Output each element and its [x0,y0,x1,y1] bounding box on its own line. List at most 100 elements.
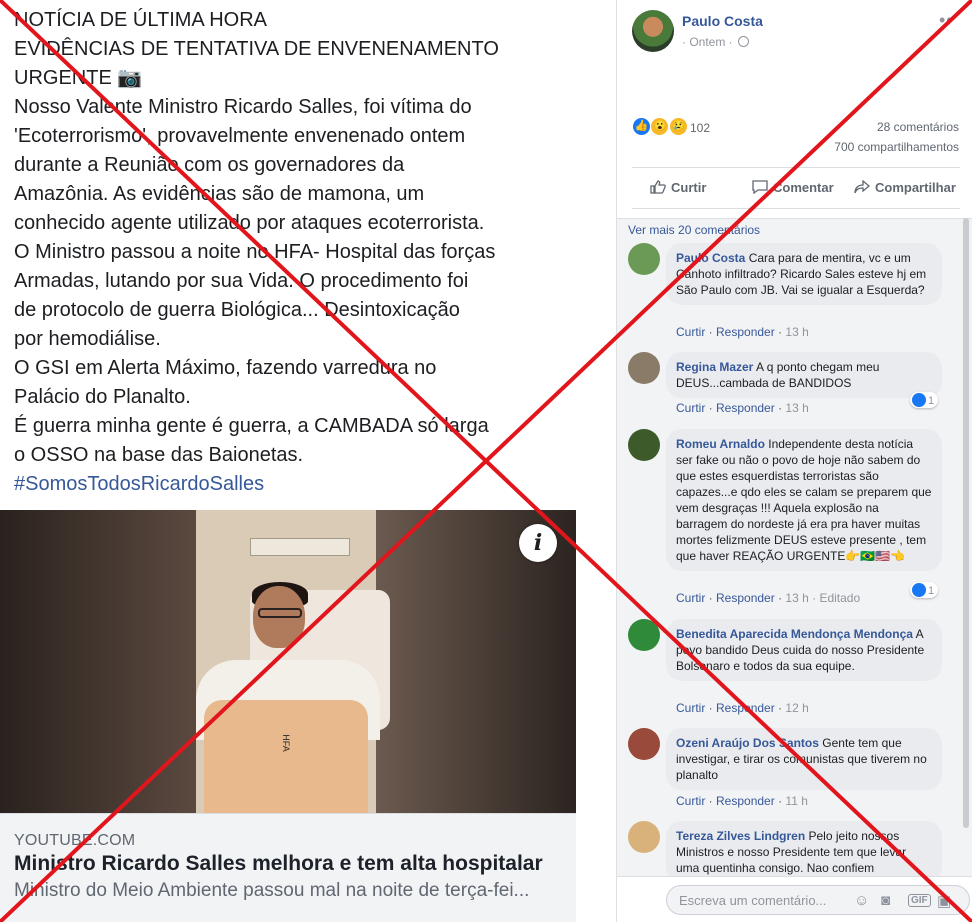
blanket [204,700,368,813]
comment-reply-link[interactable]: Responder [716,794,775,808]
comment-reaction-count: 1 [928,395,935,407]
post-text-line: O GSI em Alerta Máximo, fazendo varredur… [14,357,437,379]
post-text-line: O Ministro passou a noite no HFA- Hospit… [14,241,496,263]
commenter-avatar[interactable] [628,352,660,384]
more-options-icon[interactable]: •• [939,10,954,31]
share-label: Compartilhar [875,180,956,195]
post-text-line: o OSSO na base das Baionetas. [14,444,304,466]
comment-like-link[interactable]: Curtir [676,591,705,605]
comment-time[interactable]: 11 h [785,794,807,808]
globe-icon [738,36,750,47]
comment-like-link[interactable]: Curtir [676,794,705,808]
link-preview[interactable]: YOUTUBE.COM Ministro Ricardo Salles melh… [0,813,576,922]
post-text-line: Amazônia. As evidências são de mamona, u… [14,183,425,205]
post-text-line: de protocolo de guerra Biológica... Desi… [14,299,460,321]
comment-bubble: Regina Mazer A q ponto chegam meu DEUS..… [666,352,942,398]
gif-icon[interactable]: GIF [908,894,931,907]
comment-reaction-badge[interactable]: 1 [910,392,939,408]
wall-outlet [250,538,350,556]
sticker-icon[interactable]: ▣ [937,892,951,910]
post-text: NOTÍCIA DE ÚLTIMA HORA EVIDÊNCIAS DE TEN… [14,6,570,499]
comment-time[interactable]: 13 h [785,401,808,415]
comment-reaction-badge[interactable]: 1 [910,582,939,598]
post-text-line: EVIDÊNCIAS DE TENTATIVA DE ENVENENAMENTO [14,38,499,60]
reaction-icons[interactable]: 👍 😮 😢 [632,117,688,137]
commenter-name[interactable]: Benedita Aparecida Mendonça Mendonça [676,627,913,641]
info-icon[interactable]: i [519,524,557,562]
like-icon [912,393,926,407]
comment-actions: Curtir · Responder · 11 h [676,794,808,808]
comment-reply-link[interactable]: Responder [716,591,775,605]
comment-reply-link[interactable]: Responder [716,325,775,339]
see-more-comments-link[interactable]: Ver mais 20 comentários [628,223,760,237]
hfa-label: HFA [280,734,291,752]
post-time[interactable]: · Ontem · [682,35,733,49]
link-title[interactable]: Ministro Ricardo Salles melhora e tem al… [14,852,543,876]
post-text-line: conhecido agente utilizado por ataques e… [14,212,485,234]
hospital-photo[interactable]: HFA [0,510,576,813]
like-icon [912,583,926,597]
divider [576,0,616,922]
reaction-count[interactable]: 102 [690,121,710,135]
glasses [258,608,302,618]
post-text-line: NOTÍCIA DE ÚLTIMA HORA [14,9,267,31]
comments-list[interactable]: Ver mais 20 comentários Paulo Costa Cara… [617,218,972,876]
post-text-line: URGENTE 📷 [14,67,143,89]
link-description: Ministro do Meio Ambiente passou mal na … [14,880,530,901]
post-text-line: Nosso Valente Ministro Ricardo Salles, f… [14,96,472,118]
commenter-avatar[interactable] [628,243,660,275]
post-text-line: 'Ecoterrorismo', provavelmente envenenad… [14,125,466,147]
commenter-name[interactable]: Romeu Arnaldo [676,437,765,451]
share-icon [854,180,870,194]
comment-button[interactable]: Comentar [752,180,834,195]
like-button[interactable]: Curtir [650,180,706,195]
comment-bubble: Tereza Zilves Lindgren Pelo jeito nossos… [666,821,942,876]
link-domain: YOUTUBE.COM [14,832,136,849]
comment-actions: Curtir · Responder · 13 h · Editado [676,591,861,605]
commenter-avatar[interactable] [628,429,660,461]
comment-reply-link[interactable]: Responder [716,701,775,715]
comment-actions: Curtir · Responder · 13 h [676,325,809,339]
commenter-name[interactable]: Regina Mazer [676,360,753,374]
comment-composer: ☺ ◙ GIF ▣ [617,876,972,922]
sad-icon: 😢 [668,117,688,136]
comment-time[interactable]: 13 h [785,325,808,339]
author-name[interactable]: Paulo Costa [682,13,763,29]
post-side-panel: Paulo Costa · Ontem · •• 👍 😮 😢 102 28 co… [616,0,972,922]
emoji-icon[interactable]: ☺ [854,892,869,909]
commenter-name[interactable]: Paulo Costa [676,251,745,265]
share-button[interactable]: Compartilhar [854,180,956,195]
comment-bubble: Benedita Aparecida Mendonça Mendonça A p… [666,619,942,681]
comment-reply-link[interactable]: Responder [716,401,775,415]
commenter-avatar[interactable] [628,619,660,651]
comment-like-link[interactable]: Curtir [676,701,705,715]
commenter-avatar[interactable] [628,821,660,853]
commenter-avatar[interactable] [628,728,660,760]
comment-like-link[interactable]: Curtir [676,401,705,415]
comments-count[interactable]: 28 comentários [877,120,959,134]
wow-icon: 😮 [650,117,670,136]
comment-actions: Curtir · Responder · 13 h [676,401,809,415]
author-avatar[interactable] [632,10,674,52]
photo-background-left [0,510,200,813]
comment-like-link[interactable]: Curtir [676,325,705,339]
camera-icon[interactable]: ◙ [881,892,890,909]
comment-time[interactable]: 12 h [785,701,808,715]
post-text-line: por hemodiálise. [14,328,161,350]
comment-reaction-count: 1 [928,585,935,597]
comment-actions: Curtir · Responder · 12 h [676,701,809,715]
comment-time[interactable]: 13 h [785,591,808,605]
comment-bubble: Paulo Costa Cara para de mentira, vc e u… [666,243,942,305]
hashtag-link[interactable]: #SomosTodosRicardoSalles [14,470,570,499]
comment-icon [752,180,768,194]
post-text-line: durante a Reunião com os governadores da [14,154,405,176]
scrollbar[interactable] [963,218,969,828]
shares-count[interactable]: 700 compartilhamentos [834,140,959,154]
comment-text: Independente desta notícia ser fake ou n… [676,437,932,563]
comment-edited[interactable]: · Editado [812,591,860,605]
comment-bubble: Romeu Arnaldo Independente desta notícia… [666,429,942,571]
commenter-name[interactable]: Ozeni Araújo Dos Santos [676,736,819,750]
comment-bubble: Ozeni Araújo Dos Santos Gente tem que in… [666,728,942,790]
like-icon: 👍 [632,117,651,136]
commenter-name[interactable]: Tereza Zilves Lindgren [676,829,805,843]
